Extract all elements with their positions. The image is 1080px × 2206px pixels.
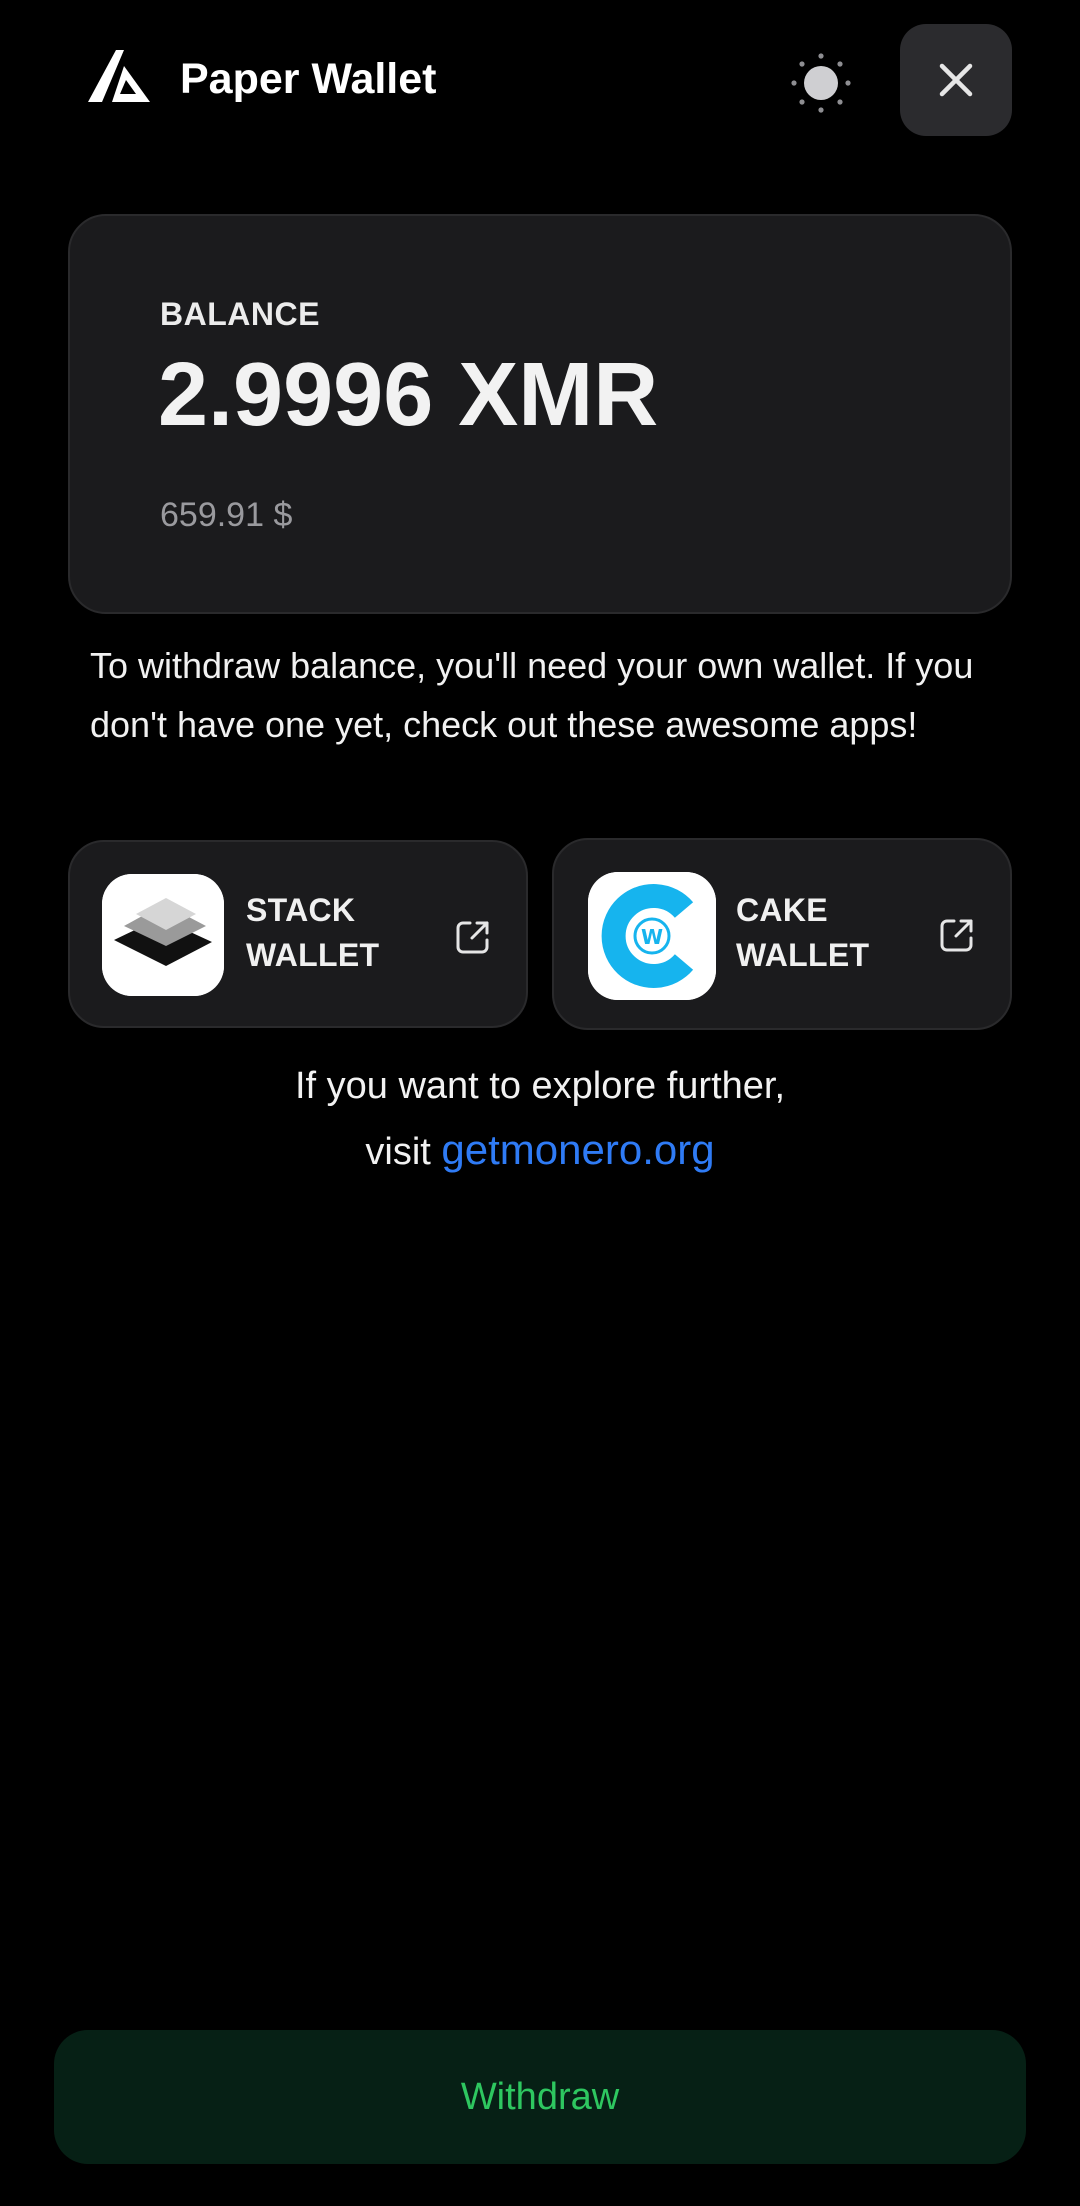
- external-link-icon: [938, 916, 976, 954]
- balance-label: BALANCE: [160, 296, 320, 332]
- getmonero-link[interactable]: getmonero.org: [441, 1126, 714, 1173]
- cake-wallet-card[interactable]: W CAKE WALLET: [552, 838, 1012, 1030]
- balance-fiat-value: 659.91 $: [160, 496, 293, 534]
- close-icon: [939, 63, 973, 97]
- app-logo-icon: [88, 50, 150, 102]
- external-link-icon: [454, 918, 492, 956]
- explore-text: If you want to explore further, visit ge…: [0, 1054, 1080, 1184]
- stack-wallet-icon: [102, 874, 224, 996]
- stack-wallet-name: STACK WALLET: [246, 892, 380, 973]
- close-button[interactable]: [900, 24, 1012, 136]
- withdraw-info-text: To withdraw balance, you'll need your ow…: [90, 645, 974, 745]
- svg-text:W: W: [641, 925, 663, 949]
- balance-card: BALANCE 2.9996 XMR 659.91 $: [68, 214, 1012, 614]
- withdraw-button[interactable]: Withdraw: [54, 2030, 1026, 2164]
- cake-wallet-name: CAKE WALLET: [736, 892, 870, 973]
- explore-line: If you want to explore further,: [294, 1065, 786, 1107]
- page-title: Paper Wallet: [180, 55, 437, 103]
- sun-icon[interactable]: [790, 52, 852, 114]
- balance-amount: 2.9996 XMR: [158, 345, 659, 445]
- stack-wallet-card[interactable]: STACK WALLET: [68, 840, 528, 1028]
- explore-prefix: visit: [365, 1131, 431, 1173]
- cake-wallet-icon: W: [588, 872, 716, 1000]
